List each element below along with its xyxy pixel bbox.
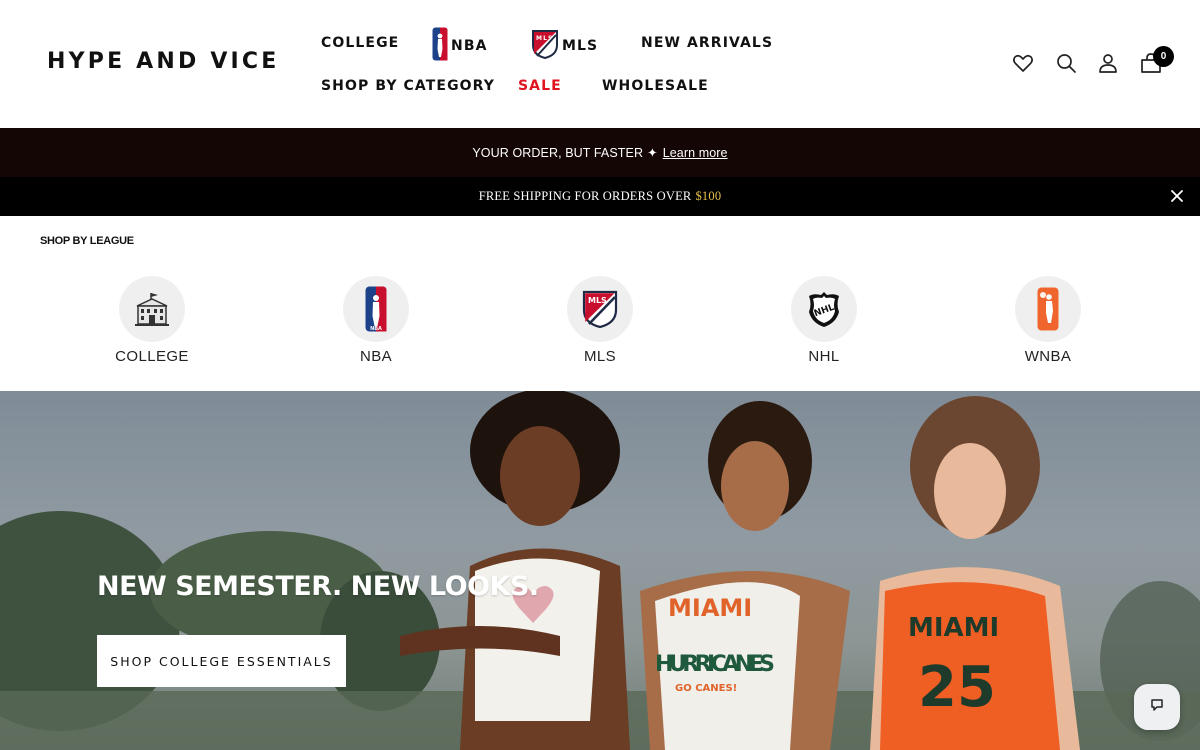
chat-button[interactable] (1134, 684, 1180, 730)
announcement-text: YOUR ORDER, BUT FASTER (472, 145, 644, 160)
nav-new-arrivals[interactable]: NEW ARRIVALS (641, 35, 773, 51)
nav-wholesale-label: WHOLESALE (602, 78, 709, 94)
league-nba[interactable]: NBA NBA (306, 276, 446, 365)
cart-count-badge: 0 (1153, 46, 1174, 67)
nav-wholesale[interactable]: WHOLESALE (602, 78, 709, 94)
nav-shop-by-category[interactable]: SHOP BY CATEGORY (321, 78, 495, 94)
shop-college-essentials-button[interactable]: SHOP COLLEGE ESSENTIALS (97, 635, 346, 687)
league-wnba[interactable]: WNBA (978, 276, 1118, 365)
jersey-text-hurricanes: HURRICANES (655, 652, 775, 677)
league-nba-label: NBA (359, 348, 393, 365)
jersey-text-miami-2: MIAMI (908, 613, 999, 643)
nav-shop-by-category-label: SHOP BY CATEGORY (321, 78, 496, 94)
league-college-label: COLLEGE (115, 348, 189, 365)
shop-by-league-heading: SHOP BY LEAGUE (40, 235, 134, 247)
nav-sale-label: SALE (518, 78, 562, 94)
sparkle-icon: ✦ (647, 146, 658, 160)
league-wnba-label: WNBA (1024, 348, 1072, 365)
chat-bubble-icon (1149, 697, 1165, 718)
heart-icon[interactable] (1011, 51, 1035, 75)
search-icon[interactable] (1054, 51, 1078, 75)
league-nhl[interactable]: NHL NHL (754, 276, 894, 365)
nba-logo-icon: NBA (343, 276, 409, 342)
nav-college-label: COLLEGE (321, 35, 400, 51)
announcement-bar: YOUR ORDER, BUT FASTER ✦ Learn more (0, 128, 1200, 177)
jersey-number: 25 (918, 655, 996, 720)
jersey-text-miami: MIAMI (668, 594, 752, 622)
learn-more-link[interactable]: Learn more (663, 146, 728, 160)
college-building-icon (119, 276, 185, 342)
hero-title: NEW SEMESTER. NEW LOOKS. (97, 571, 539, 602)
jersey-text-go-canes: GO CANES! (675, 683, 737, 694)
mls-logo-icon: MLS (531, 29, 559, 63)
shipping-amount: $100 (695, 189, 722, 203)
nba-logo-icon (432, 27, 448, 65)
league-mls-label: MLS (583, 348, 617, 365)
nav-mls[interactable]: MLS MLS (531, 29, 598, 63)
mls-logo-icon: MLS (567, 276, 633, 342)
league-mls[interactable]: MLS MLS (530, 276, 670, 365)
wnba-logo-icon (1015, 276, 1081, 342)
league-nhl-label: NHL (808, 348, 840, 365)
brand-logo[interactable]: HYPE AND VICE (47, 49, 280, 74)
nav-new-arrivals-label: NEW ARRIVALS (641, 35, 774, 51)
shipping-bar: FREE SHIPPING FOR ORDERS OVER $100 (0, 177, 1200, 216)
nav-mls-label: MLS (562, 38, 599, 54)
shipping-text: FREE SHIPPING FOR ORDERS OVER (478, 189, 692, 203)
hero-banner: MIAMI HURRICANES GO CANES! MIAMI 25 NEW … (0, 391, 1200, 750)
close-icon[interactable] (1170, 189, 1184, 203)
nav-nba[interactable]: NBA (432, 27, 488, 65)
nav-college[interactable]: COLLEGE (321, 35, 399, 51)
nav-nba-label: NBA (451, 38, 488, 54)
svg-text:NBA: NBA (370, 326, 382, 332)
account-icon[interactable] (1096, 51, 1120, 75)
league-college[interactable]: COLLEGE (82, 276, 222, 365)
nav-sale[interactable]: SALE (518, 78, 562, 94)
svg-text:MLS: MLS (588, 296, 607, 305)
site-header: HYPE AND VICE COLLEGE NBA MLS MLS NEW AR… (0, 0, 1200, 128)
nhl-logo-icon: NHL (791, 276, 857, 342)
